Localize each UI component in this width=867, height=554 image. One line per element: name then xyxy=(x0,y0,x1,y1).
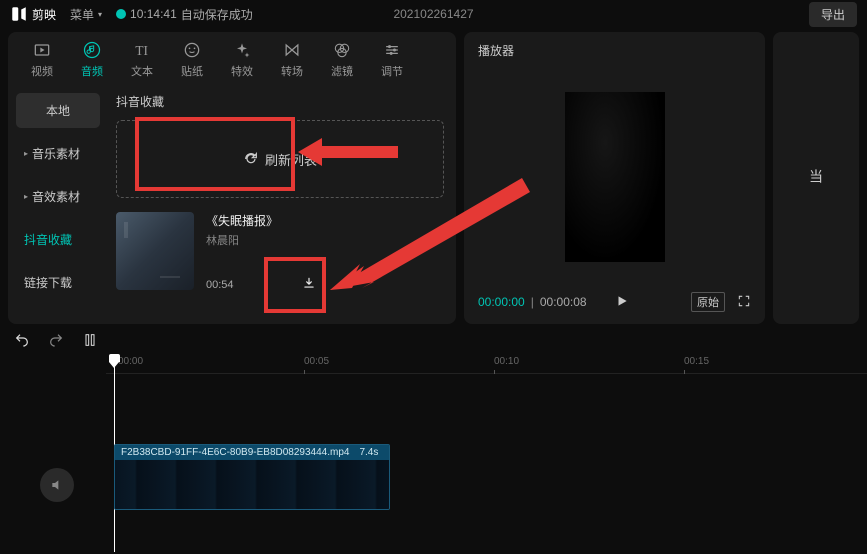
filter-icon xyxy=(332,40,352,60)
tab-video[interactable]: 视频 xyxy=(18,40,66,79)
media-panel: 视频 音频 TI 文本 贴纸 特效 转场 xyxy=(8,32,456,324)
timecode: 00:00:00 | 00:00:08 xyxy=(478,295,587,309)
triangle-icon: ▸ xyxy=(24,149,28,158)
video-clip[interactable]: F2B38CBD-91FF-4E6C-80B9-EB8D08293444.mp4… xyxy=(114,444,390,510)
audio-content: 抖音收藏 刷新列表 《失眠播报》 林晨阳 00:54 xyxy=(108,85,456,324)
audio-item[interactable]: 《失眠播报》 林晨阳 00:54 xyxy=(116,212,444,293)
clip-label: F2B38CBD-91FF-4E6C-80B9-EB8D08293444.mp4… xyxy=(115,445,389,460)
speaker-icon xyxy=(49,477,65,493)
tab-sticker[interactable]: 贴纸 xyxy=(168,40,216,79)
audio-artist: 林晨阳 xyxy=(206,232,444,248)
export-button[interactable]: 导出 xyxy=(809,2,857,27)
play-icon xyxy=(615,294,629,308)
refresh-icon xyxy=(243,151,259,167)
audio-meta: 《失眠播报》 林晨阳 00:54 xyxy=(206,212,444,293)
tab-text[interactable]: TI 文本 xyxy=(118,40,166,79)
audio-duration: 00:54 xyxy=(206,279,234,291)
download-icon xyxy=(302,276,316,290)
logo-icon xyxy=(10,5,28,23)
media-tabs: 视频 音频 TI 文本 贴纸 特效 转场 xyxy=(8,32,456,85)
check-icon xyxy=(116,9,126,19)
menu-dropdown[interactable]: 菜单 ▾ xyxy=(70,6,102,23)
player-controls: 00:00:00 | 00:00:08 原始 xyxy=(464,284,765,324)
ruler-mark: 00:10 xyxy=(494,356,519,367)
tab-adjust[interactable]: 调节 xyxy=(368,40,416,79)
tab-audio[interactable]: 音频 xyxy=(68,40,116,79)
time-current: 00:00:00 xyxy=(478,295,525,309)
properties-panel: 当 xyxy=(773,32,859,324)
sidebar-item-music[interactable]: ▸音乐素材 xyxy=(16,136,100,171)
play-button[interactable] xyxy=(615,294,629,311)
expand-icon xyxy=(737,294,751,308)
fullscreen-button[interactable] xyxy=(737,294,751,311)
timeline-ruler[interactable]: 00:00 00:05 00:10 00:15 xyxy=(106,356,867,374)
refresh-list-button[interactable]: 刷新列表 xyxy=(116,120,444,198)
audio-icon xyxy=(82,40,102,60)
sticker-icon xyxy=(182,40,202,60)
split-button[interactable] xyxy=(82,332,98,353)
track-mute-button[interactable] xyxy=(40,468,74,502)
redo-icon xyxy=(48,332,64,348)
download-button[interactable] xyxy=(302,276,316,293)
sidebar-item-link[interactable]: 链接下载 xyxy=(16,265,100,300)
text-icon: TI xyxy=(132,40,152,60)
undo-button[interactable] xyxy=(14,332,30,353)
ruler-mark: 00:15 xyxy=(684,356,709,367)
timeline-toolbar xyxy=(0,330,867,354)
player-title: 播放器 xyxy=(464,32,765,69)
clip-thumbnails xyxy=(115,460,389,509)
timeline[interactable]: 00:00 00:05 00:10 00:15 F2B38CBD-91FF-4E… xyxy=(0,356,867,552)
sparkle-icon xyxy=(232,40,252,60)
sidebar-item-sfx[interactable]: ▸音效素材 xyxy=(16,179,100,214)
section-title: 抖音收藏 xyxy=(116,93,444,110)
original-ratio-button[interactable]: 原始 xyxy=(691,292,725,312)
redo-button[interactable] xyxy=(48,332,64,353)
tab-filter[interactable]: 滤镜 xyxy=(318,40,366,79)
undo-icon xyxy=(14,332,30,348)
video-preview xyxy=(565,92,665,262)
save-status: 10:14:41 自动保存成功 xyxy=(116,6,253,23)
app-logo: 剪映 xyxy=(10,5,56,23)
audio-thumbnail xyxy=(116,212,194,290)
audio-title: 《失眠播报》 xyxy=(206,212,444,229)
triangle-icon: ▸ xyxy=(24,192,28,201)
tab-transition[interactable]: 转场 xyxy=(268,40,316,79)
title-bar: 剪映 菜单 ▾ 10:14:41 自动保存成功 202102261427 导出 xyxy=(0,0,867,28)
audio-source-nav: 本地 ▸音乐素材 ▸音效素材 抖音收藏 链接下载 xyxy=(8,85,108,324)
chevron-down-icon: ▾ xyxy=(98,10,102,19)
split-icon xyxy=(82,332,98,348)
project-name: 202102261427 xyxy=(393,7,473,21)
ruler-mark: 00:05 xyxy=(304,356,329,367)
sidebar-item-douyin[interactable]: 抖音收藏 xyxy=(16,222,100,257)
svg-text:TI: TI xyxy=(135,43,148,58)
sidebar-item-local[interactable]: 本地 xyxy=(16,93,100,128)
player-panel: 播放器 00:00:00 | 00:00:08 原始 xyxy=(464,32,765,324)
app-name: 剪映 xyxy=(32,6,56,23)
player-stage[interactable] xyxy=(464,69,765,284)
video-icon xyxy=(32,40,52,60)
transition-icon xyxy=(282,40,302,60)
time-total: 00:00:08 xyxy=(540,295,587,309)
adjust-icon xyxy=(382,40,402,60)
tab-effects[interactable]: 特效 xyxy=(218,40,266,79)
